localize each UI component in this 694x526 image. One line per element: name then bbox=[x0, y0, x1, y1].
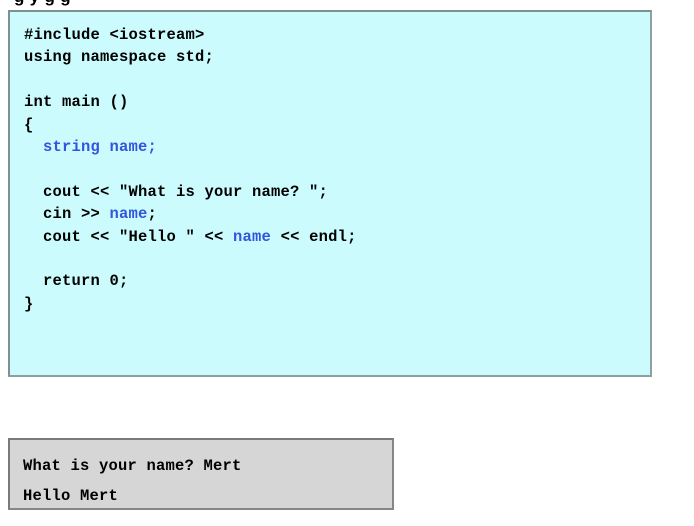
output-line-greeting: Hello Mert bbox=[23, 487, 119, 505]
code-token: cout << "Hello " << bbox=[24, 227, 234, 246]
code-token: ; bbox=[147, 205, 158, 224]
output-line-prompt: What is your name? Mert bbox=[23, 457, 242, 475]
code-line-cout-prompt: cout << "What is your name? "; bbox=[24, 181, 650, 203]
code-line: } bbox=[24, 293, 650, 315]
code-token: #include <iostream> bbox=[24, 26, 205, 44]
code-token-identifier: name bbox=[233, 227, 272, 246]
code-token: { bbox=[24, 115, 34, 134]
code-line-cout-greeting: cout << "Hello " << name << endl; bbox=[24, 226, 650, 248]
code-token: return 0; bbox=[24, 272, 129, 291]
code-line: { bbox=[24, 114, 650, 136]
code-line-declaration: string name; bbox=[24, 136, 650, 158]
code-line: using namespace std; bbox=[24, 46, 650, 68]
code-token: << endl; bbox=[271, 227, 357, 246]
code-listing-text: #include <iostream> using namespace std; i… bbox=[10, 12, 650, 315]
code-token: using namespace std; bbox=[24, 48, 215, 67]
code-listing-box: #include <iostream> using namespace std; i… bbox=[8, 10, 652, 377]
code-line-cin: cin >> name; bbox=[24, 203, 650, 225]
code-line: int main () bbox=[24, 91, 650, 113]
code-token-identifier: string name; bbox=[24, 138, 158, 157]
code-token: int main () bbox=[24, 93, 129, 112]
code-token: cin >> bbox=[24, 205, 110, 224]
code-token: } bbox=[24, 294, 34, 313]
program-output-box: What is your name? Mert Hello Mert bbox=[8, 438, 394, 510]
program-output-text: What is your name? Mert Hello Mert bbox=[10, 440, 392, 508]
code-token-identifier: name bbox=[109, 205, 148, 224]
code-line-return: return 0; bbox=[24, 270, 650, 292]
code-line: #include <iostream> bbox=[24, 24, 650, 46]
clipped-heading-fragment: g y g g bbox=[14, 0, 71, 7]
code-token: cout << "What is your name? "; bbox=[24, 182, 329, 201]
